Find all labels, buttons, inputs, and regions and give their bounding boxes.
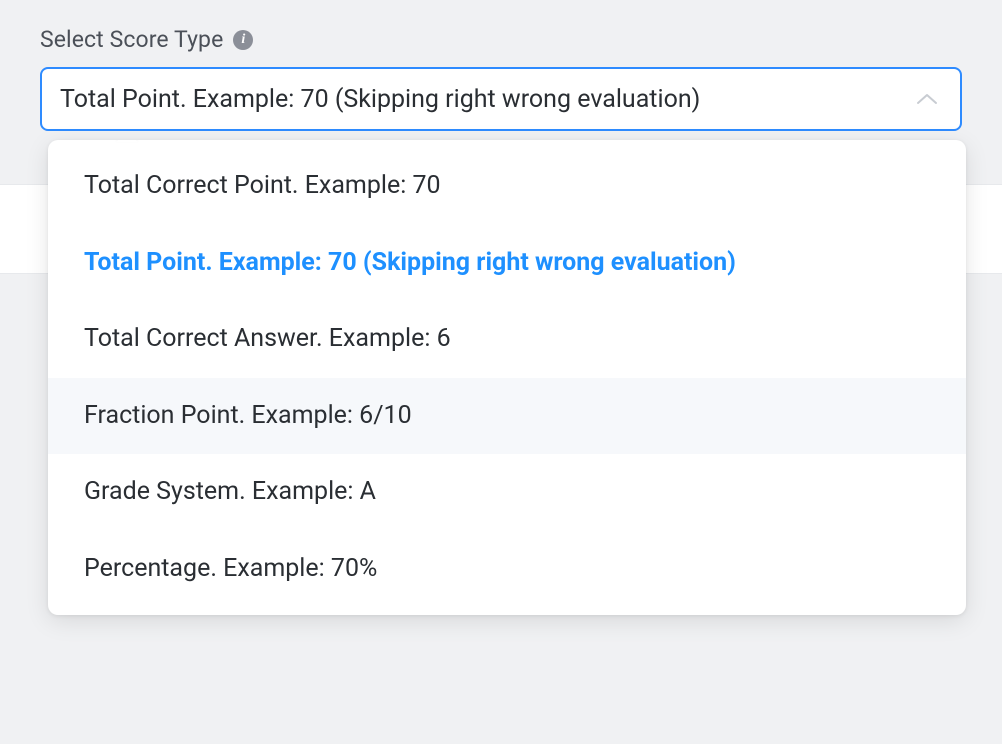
- option-total-correct-point[interactable]: Total Correct Point. Example: 70: [48, 148, 966, 225]
- select-value: Total Point. Example: 70 (Skipping right…: [60, 85, 700, 114]
- score-type-dropdown: Total Correct Point. Example: 70 Total P…: [48, 140, 966, 615]
- field-label: Select Score Type: [40, 26, 223, 53]
- score-type-select[interactable]: Total Point. Example: 70 (Skipping right…: [40, 67, 962, 131]
- field-label-row: Select Score Type i: [40, 26, 962, 53]
- option-total-point-skipping[interactable]: Total Point. Example: 70 (Skipping right…: [48, 225, 966, 302]
- chevron-up-icon: [916, 92, 938, 106]
- option-total-correct-answer[interactable]: Total Correct Answer. Example: 6: [48, 301, 966, 378]
- info-icon[interactable]: i: [233, 30, 253, 50]
- option-fraction-point[interactable]: Fraction Point. Example: 6/10: [48, 378, 966, 455]
- option-percentage[interactable]: Percentage. Example: 70%: [48, 531, 966, 608]
- option-grade-system[interactable]: Grade System. Example: A: [48, 454, 966, 531]
